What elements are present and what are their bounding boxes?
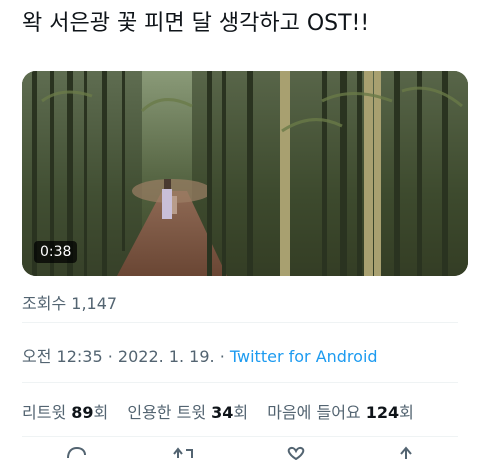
- views-number: 1,147: [71, 294, 118, 313]
- view-count: 조회수 1,147: [22, 290, 117, 314]
- divider: [22, 436, 458, 437]
- quotes-count: 34: [211, 403, 234, 422]
- likes-count: 124: [365, 403, 400, 422]
- video-player[interactable]: [22, 71, 468, 276]
- tweet-date[interactable]: 2022. 1. 19.: [118, 347, 215, 366]
- retweets-unit: 회: [93, 403, 109, 422]
- likes-stat[interactable]: 마음에 들어요 124회: [267, 403, 414, 422]
- video-duration-badge: 0:38: [34, 241, 78, 263]
- meta-separator: ·: [107, 347, 113, 366]
- quotes-stat[interactable]: 인용한 트윗 34회: [127, 403, 253, 422]
- divider: [22, 322, 458, 323]
- views-label: 조회수: [22, 294, 67, 313]
- retweets-count: 89: [71, 403, 94, 422]
- engagement-stats: 리트윗 89회 인용한 트윗 34회 마음에 들어요 124회: [22, 399, 428, 423]
- tweet-text: 왁 서은광 꽃 피면 달 생각하고 OST!!: [22, 11, 370, 36]
- likes-unit: 회: [399, 403, 414, 422]
- video-thumbnail: [22, 71, 468, 276]
- likes-label: 마음에 들어요: [267, 403, 361, 422]
- divider: [22, 382, 458, 383]
- action-bar: [0, 446, 480, 466]
- retweets-stat[interactable]: 리트윗 89회: [22, 403, 113, 422]
- tweet-source-link[interactable]: Twitter for Android: [230, 347, 378, 366]
- quotes-unit: 회: [233, 403, 249, 422]
- meta-separator: ·: [219, 347, 225, 366]
- retweets-label: 리트윗: [22, 403, 67, 422]
- quotes-label: 인용한 트윗: [127, 403, 207, 422]
- tweet-meta: 오전 12:35 · 2022. 1. 19. · Twitter for An…: [22, 343, 378, 367]
- tweet-time[interactable]: 오전 12:35: [22, 347, 103, 366]
